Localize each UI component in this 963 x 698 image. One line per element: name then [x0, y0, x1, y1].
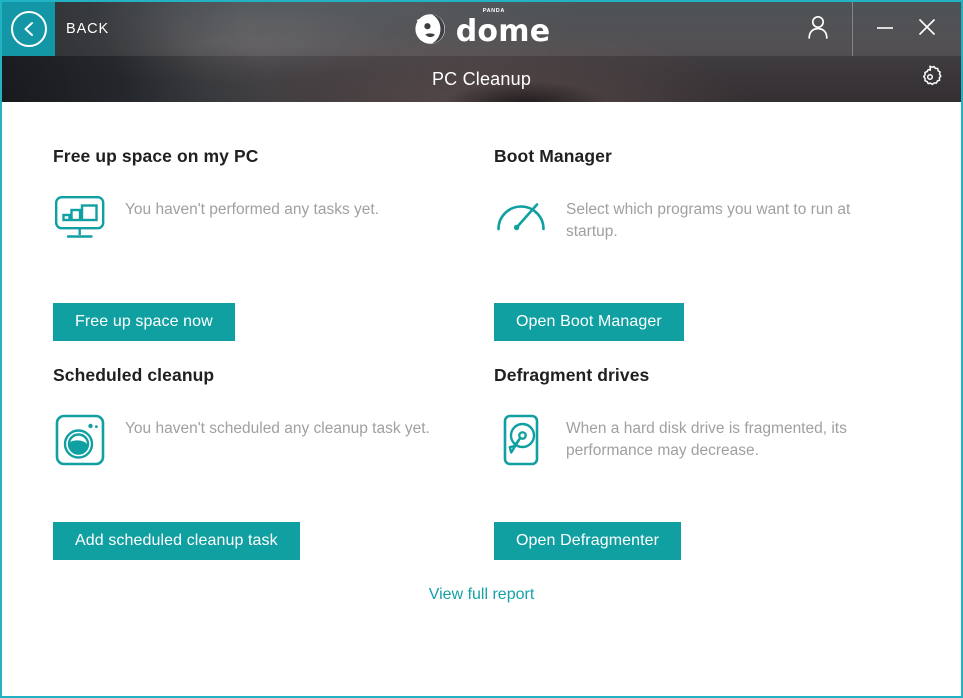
minimize-icon: [876, 20, 894, 39]
card-description: You haven't performed any tasks yet.: [125, 201, 379, 218]
hard-disk-icon: [494, 412, 548, 466]
cards-row-bottom: Scheduled cleanup You haven't scheduled …: [2, 365, 961, 560]
minimize-button[interactable]: [867, 2, 903, 56]
open-boot-manager-button[interactable]: Open Boot Manager: [494, 303, 684, 341]
app-header: BACK PANDA dome PC Cleanup: [2, 2, 961, 102]
card-scheduled-cleanup: Scheduled cleanup You haven't scheduled …: [53, 365, 494, 560]
card-free-up-space: Free up space on my PC You haven't perfo…: [53, 146, 494, 341]
card-boot-manager: Boot Manager Select which programs you w…: [494, 146, 961, 341]
card-description: Select which programs you want to run at…: [566, 201, 851, 241]
window-controls: [784, 2, 961, 56]
card-title: Boot Manager: [494, 146, 612, 166]
page-title-bar: PC Cleanup: [2, 56, 961, 102]
card-title: Scheduled cleanup: [53, 365, 215, 385]
open-defragmenter-button[interactable]: Open Defragmenter: [494, 522, 682, 560]
chevron-left-icon: [10, 11, 47, 47]
gear-icon: [916, 63, 944, 96]
washing-machine-icon: [53, 412, 107, 466]
window-controls-divider: [852, 2, 853, 56]
card-body: When a hard disk drive is fragmented, it…: [494, 412, 961, 508]
app-window: BACK PANDA dome PC Cleanup Free up space…: [0, 0, 963, 698]
card-title: Defragment drives: [494, 365, 650, 385]
free-up-space-now-button[interactable]: Free up space now: [53, 303, 235, 341]
cards-row-top: Free up space on my PC You haven't perfo…: [2, 146, 961, 341]
card-title: Free up space on my PC: [53, 146, 259, 166]
add-scheduled-cleanup-task-button[interactable]: Add scheduled cleanup task: [53, 522, 300, 560]
view-full-report-link[interactable]: View full report: [429, 586, 535, 603]
page-title: PC Cleanup: [431, 68, 532, 89]
card-body: You haven't performed any tasks yet.: [53, 193, 494, 289]
account-button[interactable]: [784, 2, 852, 56]
speedometer-icon: [494, 193, 548, 241]
card-body: Select which programs you want to run at…: [494, 193, 961, 289]
close-icon: [917, 17, 937, 42]
footer: View full report: [2, 586, 961, 604]
monitor-chart-icon: [53, 193, 107, 241]
card-defragment-drives: Defragment drives When a hard disk drive…: [494, 365, 961, 560]
user-icon: [806, 14, 830, 45]
settings-button[interactable]: [913, 62, 947, 96]
card-description: When a hard disk drive is fragmented, it…: [566, 420, 847, 460]
card-body: You haven't scheduled any cleanup task y…: [53, 412, 494, 508]
content-area: Free up space on my PC You haven't perfo…: [2, 102, 961, 696]
back-button[interactable]: [2, 2, 55, 56]
card-description: You haven't scheduled any cleanup task y…: [125, 420, 430, 437]
close-button[interactable]: [909, 2, 945, 56]
back-label[interactable]: BACK: [55, 2, 109, 56]
